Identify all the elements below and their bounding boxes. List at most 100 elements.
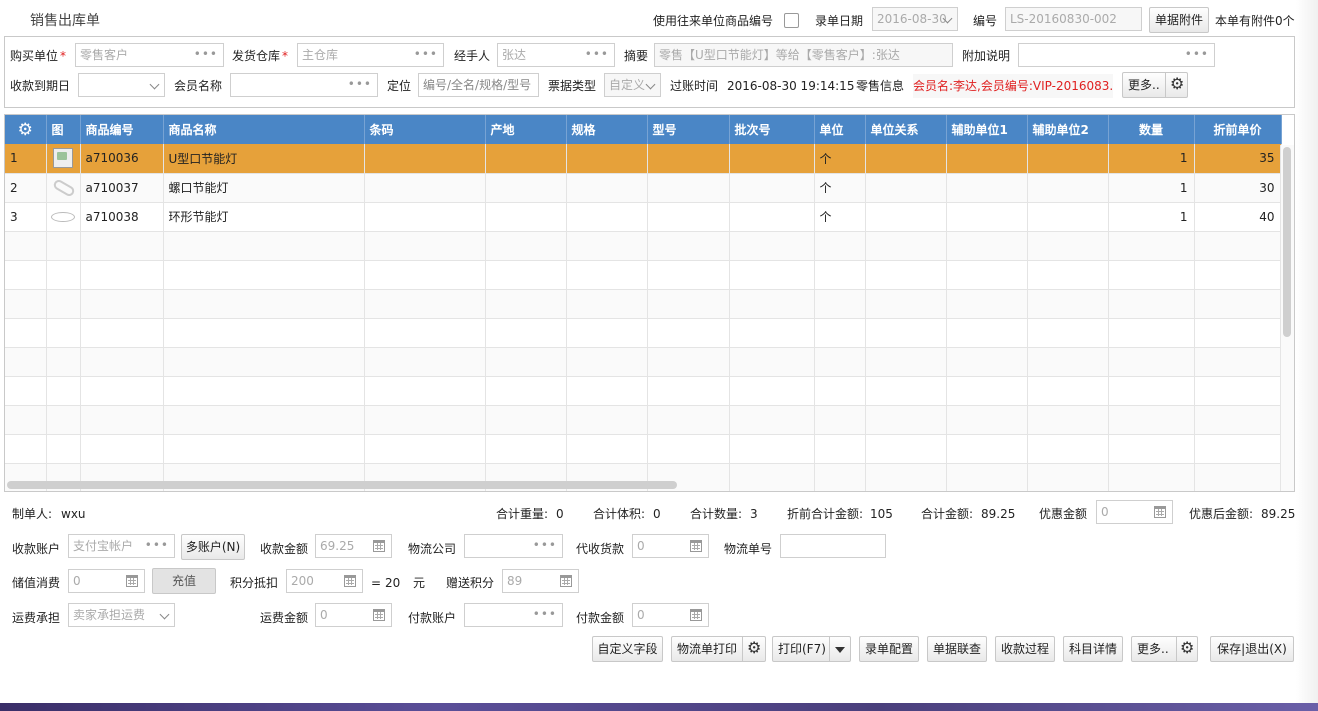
product-unit[interactable]: 个 xyxy=(814,202,866,232)
calculator-icon[interactable] xyxy=(373,609,385,621)
stored-value-field[interactable]: 0 xyxy=(68,569,145,593)
col-header-origin[interactable]: 产地 xyxy=(485,115,567,144)
gear-icon[interactable] xyxy=(1180,639,1194,657)
table-row[interactable]: 3 a710038 环形节能灯 个 1 40 xyxy=(5,202,1282,232)
col-header-unit[interactable]: 单位 xyxy=(814,115,866,144)
save-exit-button[interactable]: 保存|退出(X) xyxy=(1210,636,1294,662)
receive-process-button[interactable]: 收款过程 xyxy=(995,636,1055,662)
pay-account-field[interactable]: ••• xyxy=(464,603,563,627)
table-row[interactable] xyxy=(5,231,1282,261)
use-unit-code-checkbox[interactable] xyxy=(784,13,799,28)
col-header-aux-unit-1[interactable]: 辅助单位1 xyxy=(946,115,1028,144)
cod-field[interactable]: 0 xyxy=(632,534,709,558)
attachment-button[interactable]: 单据附件 xyxy=(1149,7,1209,33)
calculator-icon[interactable] xyxy=(690,609,702,621)
date-field[interactable]: 2016-08-30 xyxy=(872,7,958,31)
bill-no-field[interactable]: LS-20160830-002 xyxy=(1005,7,1142,31)
buyer-field[interactable]: 零售客户 ••• xyxy=(75,43,224,67)
table-row[interactable] xyxy=(5,260,1282,290)
gear-icon[interactable] xyxy=(747,639,761,657)
horizontal-scrollbar[interactable] xyxy=(7,481,677,489)
table-row[interactable] xyxy=(5,376,1282,406)
calculator-icon[interactable] xyxy=(690,540,702,552)
subject-detail-button[interactable]: 科目详情 xyxy=(1063,636,1123,662)
scroll-thumb[interactable] xyxy=(1283,147,1291,337)
logistics-print-button[interactable]: 物流单打印 xyxy=(671,636,766,662)
col-header-price[interactable]: 折前单价 xyxy=(1194,115,1282,144)
product-quantity[interactable]: 1 xyxy=(1108,144,1195,174)
product-quantity[interactable]: 1 xyxy=(1108,202,1195,232)
calculator-icon[interactable] xyxy=(1154,506,1166,518)
product-price[interactable]: 40 xyxy=(1194,202,1282,232)
due-date-field[interactable] xyxy=(78,73,165,97)
calculator-icon[interactable] xyxy=(373,540,385,552)
product-quantity[interactable]: 1 xyxy=(1108,173,1195,203)
vertical-scrollbar[interactable] xyxy=(1280,145,1294,491)
tracking-no-field[interactable] xyxy=(780,534,886,558)
table-row[interactable] xyxy=(5,318,1282,348)
table-row[interactable]: 2 a710037 螺口节能灯 个 1 30 xyxy=(5,173,1282,203)
calculator-icon[interactable] xyxy=(126,575,138,587)
product-code[interactable]: a710038 xyxy=(80,202,164,232)
col-header-barcode[interactable]: 条码 xyxy=(364,115,486,144)
bill-config-button[interactable]: 录单配置 xyxy=(859,636,919,662)
caret-down-icon[interactable] xyxy=(835,647,845,653)
pay-amount-field[interactable]: 0 xyxy=(632,603,709,627)
product-unit[interactable]: 个 xyxy=(814,173,866,203)
col-header-unit-relation[interactable]: 单位关系 xyxy=(865,115,947,144)
custom-fields-button[interactable]: 自定义字段 xyxy=(592,636,663,662)
col-header-batch[interactable]: 批次号 xyxy=(729,115,815,144)
more-dots-icon[interactable]: ••• xyxy=(1185,44,1209,64)
col-header-model[interactable]: 型号 xyxy=(647,115,730,144)
receive-amount-field[interactable]: 69.25 xyxy=(315,534,392,558)
handler-field[interactable]: 张达 ••• xyxy=(497,43,615,67)
calculator-icon[interactable] xyxy=(560,575,572,587)
table-row[interactable] xyxy=(5,347,1282,377)
product-price[interactable]: 30 xyxy=(1194,173,1282,203)
more-dots-icon[interactable]: ••• xyxy=(414,44,438,64)
table-row[interactable] xyxy=(5,434,1282,464)
discount-field[interactable]: 0 xyxy=(1096,500,1173,524)
locate-input[interactable]: 编号/全名/规格/型号 xyxy=(418,73,539,97)
product-code[interactable]: a710037 xyxy=(80,173,164,203)
warehouse-field[interactable]: 主仓库 ••• xyxy=(297,43,444,67)
product-price[interactable]: 35 xyxy=(1194,144,1282,174)
col-header-spec[interactable]: 规格 xyxy=(566,115,648,144)
recharge-button[interactable]: 充值 xyxy=(152,568,216,594)
ticket-type-select[interactable]: 自定义 xyxy=(604,73,661,97)
linked-query-button[interactable]: 单据联查 xyxy=(927,636,987,662)
gear-icon[interactable] xyxy=(18,124,33,138)
product-unit[interactable]: 个 xyxy=(814,144,866,174)
table-row[interactable]: 1 a710036 U型口节能灯 个 1 35 xyxy=(5,144,1282,174)
points-deduct-field[interactable]: 200 xyxy=(286,569,363,593)
col-header-name[interactable]: 商品名称 xyxy=(163,115,365,144)
gift-points-field[interactable]: 89 xyxy=(502,569,579,593)
product-name[interactable]: U型口节能灯 xyxy=(163,144,365,174)
freight-bearer-select[interactable]: 卖家承担运费 xyxy=(68,603,175,627)
more-dots-icon[interactable]: ••• xyxy=(194,44,218,64)
header-more-button[interactable]: 更多.. xyxy=(1122,72,1188,98)
col-header-quantity[interactable]: 数量 xyxy=(1108,115,1195,144)
more-dots-icon[interactable]: ••• xyxy=(348,74,372,94)
gear-icon[interactable] xyxy=(1170,75,1184,93)
receive-account-field[interactable]: 支付宝帐户 ••• xyxy=(68,534,175,558)
product-name[interactable]: 螺口节能灯 xyxy=(163,173,365,203)
col-header-aux-unit-2[interactable]: 辅助单位2 xyxy=(1027,115,1109,144)
more-dots-icon[interactable]: ••• xyxy=(533,535,557,555)
more-dots-icon[interactable]: ••• xyxy=(533,604,557,624)
calculator-icon[interactable] xyxy=(344,575,356,587)
member-field[interactable]: ••• xyxy=(230,73,378,97)
product-name[interactable]: 环形节能灯 xyxy=(163,202,365,232)
col-header-code[interactable]: 商品编号 xyxy=(80,115,164,144)
more-dots-icon[interactable]: ••• xyxy=(145,535,169,555)
multi-account-button[interactable]: 多账户(N) xyxy=(181,534,245,560)
table-row[interactable] xyxy=(5,405,1282,435)
freight-amount-field[interactable]: 0 xyxy=(315,603,392,627)
note-field[interactable]: ••• xyxy=(1018,43,1215,67)
product-code[interactable]: a710036 xyxy=(80,144,164,174)
more-dots-icon[interactable]: ••• xyxy=(585,44,609,64)
print-button[interactable]: 打印(F7) xyxy=(772,636,851,662)
footer-more-button[interactable]: 更多.. xyxy=(1131,636,1198,662)
grid-settings-header[interactable] xyxy=(5,115,47,144)
col-header-image[interactable]: 图 xyxy=(46,115,81,144)
